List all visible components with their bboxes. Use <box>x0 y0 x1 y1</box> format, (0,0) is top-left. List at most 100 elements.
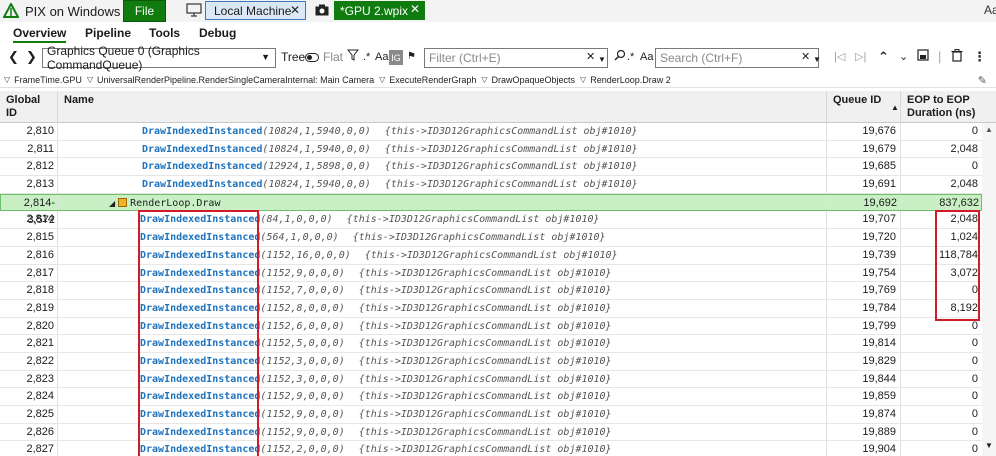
api-call-name: DrawIndexedInstanced <box>140 391 261 403</box>
table-row[interactable]: 2,814 DrawIndexedInstanced(84,1,0,0,0) {th… <box>0 211 982 230</box>
table-row[interactable]: 2,810 DrawIndexedInstanced(10824,1,5940,0… <box>0 123 982 141</box>
chevron-down-icon[interactable]: ▼ <box>598 52 606 68</box>
global-id-cell: 2,821 <box>0 335 58 352</box>
api-call-args: (10824,1,5940,0,0) <box>262 179 371 191</box>
api-call-object: {this->ID3D12GraphicsCommandList obj#101… <box>358 338 612 350</box>
divider: | <box>938 49 942 64</box>
global-id-cell: 2,817 <box>0 264 58 282</box>
group-label: RenderLoop.Draw <box>130 197 221 209</box>
column-header-queue-id[interactable]: Queue ID <box>827 91 901 123</box>
search-icon[interactable] <box>614 49 626 65</box>
first-result-icon[interactable]: |◁ <box>834 49 845 65</box>
table-row[interactable]: 2,820 DrawIndexedInstanced(1152,6,0,0,0) {… <box>0 317 982 336</box>
scroll-down-icon[interactable]: ▼ <box>982 441 996 450</box>
table-row[interactable]: 2,821 DrawIndexedInstanced(1152,5,0,0,0) {… <box>0 335 982 353</box>
queue-id-cell: 19,874 <box>827 406 901 423</box>
tab-tools[interactable]: Tools <box>149 26 180 40</box>
filter-input[interactable] <box>424 48 608 68</box>
close-icon[interactable]: ✕ <box>410 2 420 16</box>
global-id-cell: 2,826 <box>0 423 58 441</box>
clear-search-icon[interactable]: ✕ <box>801 49 810 65</box>
last-result-icon[interactable]: ▷| <box>855 49 866 65</box>
forward-arrow-icon[interactable]: ❯ <box>26 49 37 65</box>
ignore-groups-toggle[interactable]: IG <box>389 50 403 65</box>
more-options-icon[interactable]: ⋮ <box>973 49 986 65</box>
table-row[interactable]: 2,812 DrawIndexedInstanced(12924,1,5898,0… <box>0 158 982 177</box>
breadcrumb-item[interactable]: RenderLoop.Draw 2 <box>590 75 671 85</box>
vertical-scrollbar[interactable]: ▲ ▼ <box>982 123 996 456</box>
pencil-icon[interactable]: ✎ <box>978 74 987 87</box>
global-id-cell: 2,822 <box>0 352 58 370</box>
global-id-cell: 2,823 <box>0 370 58 388</box>
table-row[interactable]: 2,813 DrawIndexedInstanced(10824,1,5940,0… <box>0 176 982 194</box>
api-call-args: (1152,9,0,0,0) <box>260 426 345 438</box>
global-id-cell: 2,818 <box>0 282 58 299</box>
chevron-down-icon[interactable]: ▼ <box>813 52 821 68</box>
flat-view-label[interactable]: Flat <box>323 49 343 65</box>
duration-cell: 118,784 <box>939 248 978 261</box>
clear-filter-icon[interactable]: ✕ <box>586 49 595 65</box>
marker-icon <box>118 197 128 207</box>
back-arrow-icon[interactable]: ❮ <box>8 49 19 65</box>
table-row[interactable]: 2,826 DrawIndexedInstanced(1152,9,0,0,0) {… <box>0 423 982 442</box>
api-call-name: DrawIndexedInstanced <box>140 285 261 297</box>
queue-id-cell: 19,904 <box>827 441 901 456</box>
tab-local-machine[interactable]: Local Machine ✕ <box>205 1 306 20</box>
table-row[interactable]: 2,817 DrawIndexedInstanced(1152,9,0,0,0) {… <box>0 264 982 283</box>
queue-id-cell: 19,829 <box>827 352 901 370</box>
table-row[interactable]: 2,818 DrawIndexedInstanced(1152,7,0,0,0) {… <box>0 282 982 300</box>
table-row[interactable]: 2,823 DrawIndexedInstanced(1152,3,0,0,0) {… <box>0 370 982 389</box>
scroll-up-icon[interactable]: ▲ <box>982 125 996 134</box>
view-tabs: Overview Pipeline Tools Debug <box>0 24 996 44</box>
funnel-icon[interactable] <box>346 49 360 65</box>
table-row[interactable]: 2,824 DrawIndexedInstanced(1152,9,0,0,0) {… <box>0 388 982 406</box>
tree-flat-toggle[interactable] <box>305 53 319 62</box>
table-row[interactable]: 2,827 DrawIndexedInstanced(1152,2,0,0,0) {… <box>0 441 982 456</box>
table-row[interactable]: 2,815 DrawIndexedInstanced(564,1,0,0,0) {t… <box>0 229 982 247</box>
trash-icon[interactable] <box>951 49 963 66</box>
tab-overview[interactable]: Overview <box>13 26 67 43</box>
table-row[interactable]: 2,825 DrawIndexedInstanced(1152,9,0,0,0) {… <box>0 406 982 424</box>
save-icon[interactable] <box>917 49 929 65</box>
column-header-name[interactable]: Name <box>58 91 827 123</box>
pix-logo-icon <box>2 1 20 19</box>
queue-id-cell: 19,679 <box>827 140 901 158</box>
tab-debug[interactable]: Debug <box>199 26 236 40</box>
queue-select[interactable]: Graphics Queue 0 (Graphics CommandQueue)… <box>42 44 276 72</box>
duration-cell: 0 <box>971 390 978 403</box>
flag-icon[interactable]: ⚑ <box>407 49 416 65</box>
tab-gpu-capture-label: *GPU 2.wpix <box>340 3 409 18</box>
breadcrumb-item[interactable]: ExecuteRenderGraph <box>389 75 476 85</box>
api-call-name: DrawIndexedInstanced <box>140 320 261 332</box>
table-row[interactable]: 2,811 DrawIndexedInstanced(10824,1,5940,0… <box>0 140 982 159</box>
search-regex-toggle[interactable]: .* <box>627 49 634 65</box>
name-cell: DrawIndexedInstanced(1152,8,0,0,0) {this-… <box>58 299 827 317</box>
column-header-global-id[interactable]: Global ID <box>0 91 58 123</box>
table-row[interactable]: 2,816 DrawIndexedInstanced(1152,16,0,0,0)… <box>0 246 982 265</box>
breadcrumb-item[interactable]: FrameTime.GPU <box>14 75 82 85</box>
match-case-toggle[interactable]: Aa <box>375 49 388 65</box>
expand-arrow-icon[interactable]: ◢ <box>109 199 115 208</box>
table-row[interactable]: 2,819 DrawIndexedInstanced(1152,8,0,0,0) {… <box>0 299 982 318</box>
previous-result-icon[interactable]: ⌃ <box>878 49 889 65</box>
tab-pipeline[interactable]: Pipeline <box>85 26 131 40</box>
tab-gpu-capture[interactable]: *GPU 2.wpix ✕ <box>334 1 425 20</box>
search-input[interactable] <box>655 48 819 68</box>
api-call-object: {this->ID3D12GraphicsCommandList obj#101… <box>358 373 612 385</box>
close-icon[interactable]: ✕ <box>290 3 300 17</box>
breadcrumb-item[interactable]: DrawOpaqueObjects <box>492 75 576 85</box>
breadcrumb-item[interactable]: UniversalRenderPipeline.RenderSingleCame… <box>97 75 374 85</box>
api-call-name: DrawIndexedInstanced <box>140 373 261 385</box>
regex-toggle[interactable]: .* <box>363 49 370 65</box>
group-row[interactable]: 2,814-3,572 ◢ RenderLoop.Draw 19,692 837,632 <box>0 193 982 226</box>
next-result-icon[interactable]: ⌄ <box>899 49 908 65</box>
file-menu-button[interactable]: File <box>123 0 166 22</box>
tree-view-label[interactable]: Tree <box>281 49 305 65</box>
table-row[interactable]: 2,822 DrawIndexedInstanced(1152,3,0,0,0) {… <box>0 352 982 371</box>
api-call-name: DrawIndexedInstanced <box>140 249 261 261</box>
api-call-object: {this->ID3D12GraphicsCommandList obj#101… <box>358 391 612 403</box>
duration-cell: 1,024 <box>950 231 978 244</box>
api-call-args: (1152,3,0,0,0) <box>260 355 345 367</box>
search-case-toggle[interactable]: Aa <box>640 49 653 65</box>
column-header-duration[interactable]: EOP to EOP Duration (ns) <box>901 91 982 123</box>
